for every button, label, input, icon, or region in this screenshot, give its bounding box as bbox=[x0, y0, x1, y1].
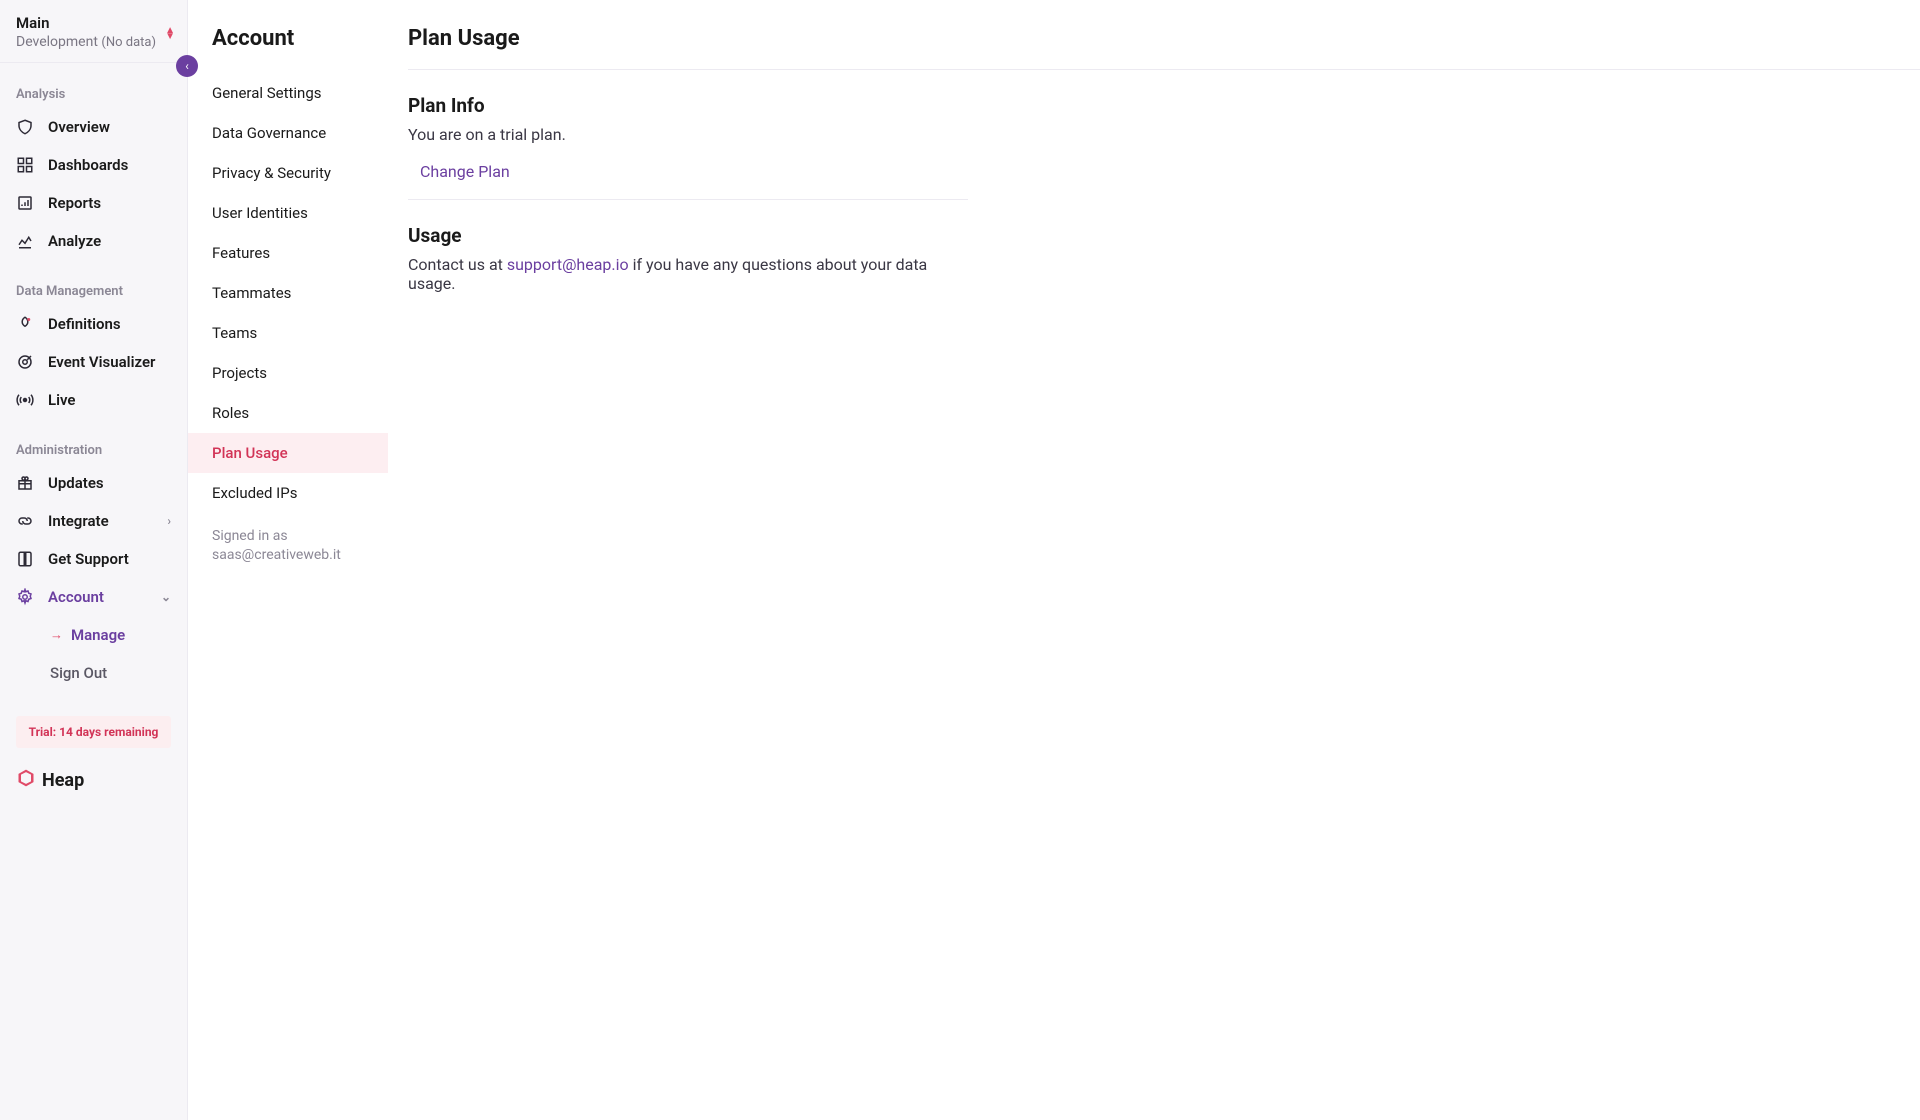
account-item-features[interactable]: Features bbox=[188, 233, 388, 273]
link-icon bbox=[16, 512, 34, 530]
support-email-link[interactable]: support@heap.io bbox=[507, 255, 629, 274]
environment-main-label: Main bbox=[16, 14, 171, 32]
main-content: Plan Usage Plan Info You are on a trial … bbox=[388, 0, 1920, 1120]
change-plan-link[interactable]: Change Plan bbox=[408, 158, 510, 181]
account-item-teammates[interactable]: Teammates bbox=[188, 273, 388, 313]
nav-updates[interactable]: Updates bbox=[0, 464, 187, 502]
nav-overview[interactable]: Overview bbox=[0, 108, 187, 146]
plan-info-heading: Plan Info bbox=[408, 94, 968, 117]
gear-icon bbox=[16, 588, 34, 606]
chevron-up-down-icon: ▲▼ bbox=[165, 28, 175, 40]
usage-section: Usage Contact us at support@heap.io if y… bbox=[408, 224, 968, 325]
account-subnav-title: Account bbox=[188, 26, 388, 73]
account-item-projects[interactable]: Projects bbox=[188, 353, 388, 393]
nav-overview-label: Overview bbox=[48, 118, 110, 136]
grid-icon bbox=[16, 156, 34, 174]
nav-definitions-label: Definitions bbox=[48, 315, 121, 333]
plan-info-section: Plan Info You are on a trial plan. Chang… bbox=[408, 94, 968, 200]
nav-event-visualizer[interactable]: Event Visualizer bbox=[0, 343, 187, 381]
nav-section-administration: Administration bbox=[0, 419, 187, 464]
nav-account[interactable]: Account ⌄ bbox=[0, 578, 187, 616]
account-item-plan-usage[interactable]: Plan Usage bbox=[188, 433, 388, 473]
chevron-right-icon: › bbox=[167, 514, 171, 528]
account-item-general-settings[interactable]: General Settings bbox=[188, 73, 388, 113]
definitions-icon bbox=[16, 315, 34, 333]
plan-info-body: You are on a trial plan. bbox=[408, 125, 968, 144]
broadcast-icon bbox=[16, 391, 34, 409]
signed-in-as-block: Signed in as saas@creativeweb.it bbox=[188, 513, 388, 579]
account-item-teams[interactable]: Teams bbox=[188, 313, 388, 353]
page-title: Plan Usage bbox=[408, 26, 1920, 70]
nav-reports[interactable]: Reports bbox=[0, 184, 187, 222]
book-icon bbox=[16, 550, 34, 568]
gift-icon bbox=[16, 474, 34, 492]
sidebar-footer: Trial: 14 days remaining bbox=[0, 716, 187, 748]
account-item-roles[interactable]: Roles bbox=[188, 393, 388, 433]
nav-dashboards-label: Dashboards bbox=[48, 156, 128, 174]
brand-logo[interactable]: Heap bbox=[0, 748, 187, 813]
nav-integrate-label: Integrate bbox=[48, 512, 109, 530]
nav-account-signout-label: Sign Out bbox=[50, 664, 107, 682]
nav-account-signout[interactable]: Sign Out bbox=[0, 654, 187, 692]
analyze-icon bbox=[16, 232, 34, 250]
usage-heading: Usage bbox=[408, 224, 968, 247]
target-icon bbox=[16, 353, 34, 371]
nav-get-support-label: Get Support bbox=[48, 550, 129, 568]
nav-get-support[interactable]: Get Support bbox=[0, 540, 187, 578]
nav-event-visualizer-label: Event Visualizer bbox=[48, 353, 155, 371]
arrow-right-icon: → bbox=[50, 627, 63, 643]
nav-analyze[interactable]: Analyze bbox=[0, 222, 187, 260]
account-item-excluded-ips[interactable]: Excluded IPs bbox=[188, 473, 388, 513]
account-item-data-governance[interactable]: Data Governance bbox=[188, 113, 388, 153]
signed-in-as-email: saas@creativeweb.it bbox=[212, 546, 364, 565]
nav-account-manage[interactable]: → Manage bbox=[0, 616, 187, 654]
nav-integrate[interactable]: Integrate › bbox=[0, 502, 187, 540]
account-subnav: Account General SettingsData GovernanceP… bbox=[188, 0, 388, 1120]
nav-account-manage-label: Manage bbox=[71, 626, 125, 644]
account-item-privacy-security[interactable]: Privacy & Security bbox=[188, 153, 388, 193]
usage-body-prefix: Contact us at bbox=[408, 255, 507, 274]
shield-icon bbox=[16, 118, 34, 136]
heap-logo-icon bbox=[16, 768, 36, 793]
nav-reports-label: Reports bbox=[48, 194, 101, 212]
nav-section-analysis: Analysis bbox=[0, 63, 187, 108]
nav-section-data-management: Data Management bbox=[0, 260, 187, 305]
environment-sub-label: Development (No data) bbox=[16, 34, 171, 50]
nav-account-label: Account bbox=[48, 588, 104, 606]
nav-definitions[interactable]: Definitions bbox=[0, 305, 187, 343]
chevron-down-icon: ⌄ bbox=[161, 590, 171, 604]
environment-switcher[interactable]: Main Development (No data) ▲▼ bbox=[0, 0, 187, 63]
nav-live[interactable]: Live bbox=[0, 381, 187, 419]
nav-live-label: Live bbox=[48, 391, 76, 409]
nav-analyze-label: Analyze bbox=[48, 232, 101, 250]
chevron-left-icon: ‹ bbox=[185, 59, 189, 73]
signed-in-as-label: Signed in as bbox=[212, 527, 364, 546]
brand-name: Heap bbox=[42, 770, 84, 791]
trial-banner[interactable]: Trial: 14 days remaining bbox=[16, 716, 171, 748]
nav-updates-label: Updates bbox=[48, 474, 104, 492]
usage-body: Contact us at support@heap.io if you hav… bbox=[408, 255, 968, 293]
account-item-user-identities[interactable]: User Identities bbox=[188, 193, 388, 233]
collapse-sidebar-button[interactable]: ‹ bbox=[176, 55, 198, 77]
report-icon bbox=[16, 194, 34, 212]
primary-sidebar: Main Development (No data) ▲▼ ‹ Analysis… bbox=[0, 0, 188, 1120]
nav-dashboards[interactable]: Dashboards bbox=[0, 146, 187, 184]
